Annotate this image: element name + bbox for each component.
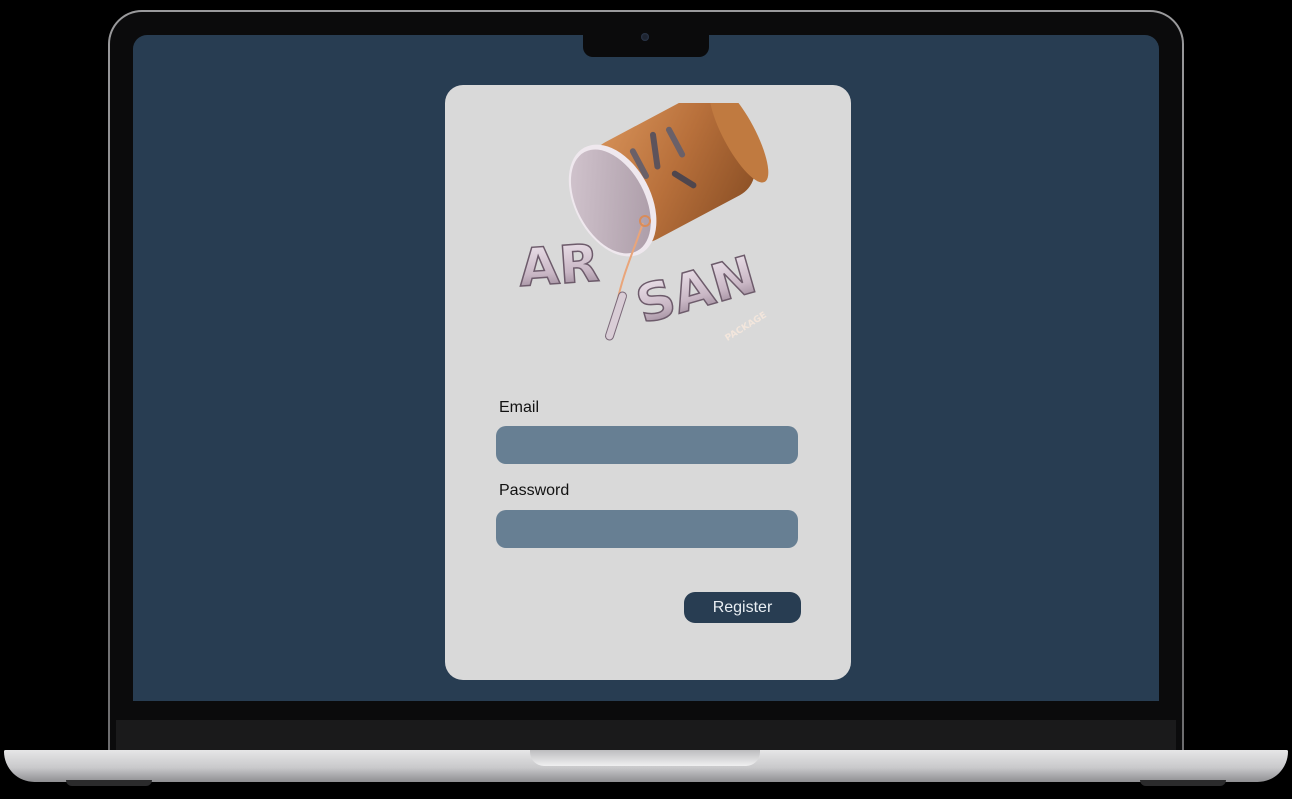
laptop-foot-left	[66, 780, 152, 786]
artisan-package-logo-icon: AR SAN PACKAGE	[516, 103, 769, 344]
register-card: AR SAN PACKAGE Email Password Register	[445, 85, 851, 680]
svg-text:AR: AR	[517, 234, 601, 299]
register-button[interactable]: Register	[684, 592, 801, 623]
camera-icon	[641, 33, 649, 41]
email-label: Email	[499, 399, 540, 416]
password-input[interactable]	[496, 510, 798, 548]
laptop-foot-right	[1140, 780, 1226, 786]
svg-text:PACKAGE: PACKAGE	[724, 310, 769, 343]
password-label: Password	[499, 482, 570, 499]
screen-bottom-bezel	[116, 720, 1176, 750]
laptop-base-groove	[530, 750, 760, 766]
laptop-mockup: AR SAN PACKAGE Email Password Register	[0, 0, 1292, 799]
email-input[interactable]	[496, 426, 798, 464]
